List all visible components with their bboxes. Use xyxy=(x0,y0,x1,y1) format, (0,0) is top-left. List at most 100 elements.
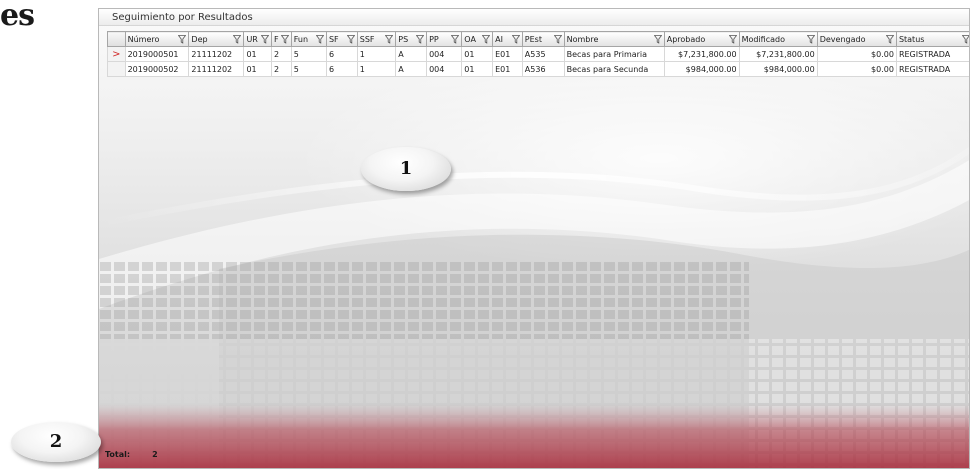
callout-marker-2: 2 xyxy=(11,422,101,462)
column-header-label: PS xyxy=(398,34,409,44)
column-header-label: SSF xyxy=(359,34,375,44)
column-header-label: Status xyxy=(898,34,925,44)
cell-modificado[interactable]: $984,000.00 xyxy=(738,61,818,77)
cell-sf[interactable]: 6 xyxy=(325,61,358,77)
filter-icon[interactable] xyxy=(482,35,491,44)
grid-header-row: Número Dep UR F Fun SF SSF PS PP OA AI PEst Nombre Ap… xyxy=(107,31,970,47)
app-window: Seguimiento por Resultados Número Dep UR F F… xyxy=(98,8,970,469)
cell-pp[interactable]: 004 xyxy=(426,61,463,77)
cell-fun[interactable]: 5 xyxy=(290,46,327,62)
row-selector[interactable] xyxy=(107,61,126,77)
filter-icon[interactable] xyxy=(962,35,970,44)
cell-ur[interactable]: 01 xyxy=(243,46,272,62)
column-header-label: Fun xyxy=(293,34,309,44)
column-header-ssf[interactable]: SSF xyxy=(356,31,397,47)
row-pointer-icon: > xyxy=(112,48,121,60)
column-header-label: SF xyxy=(328,34,339,44)
column-header-ai[interactable]: AI xyxy=(492,31,523,47)
filter-icon[interactable] xyxy=(511,35,520,44)
column-header-pest[interactable]: PEst xyxy=(521,31,565,47)
filter-icon[interactable] xyxy=(178,35,187,44)
background-art xyxy=(99,146,969,468)
cell-oa[interactable]: 01 xyxy=(461,46,494,62)
cell-ssf[interactable]: 1 xyxy=(356,46,397,62)
column-header-label: PEst xyxy=(524,34,542,44)
filter-icon[interactable] xyxy=(385,35,394,44)
row-selector-header xyxy=(107,31,126,47)
cell-nombre[interactable]: Becas para Secunda xyxy=(563,61,665,77)
column-header-label: OA xyxy=(464,34,476,44)
cell-sf[interactable]: 6 xyxy=(325,46,358,62)
cell-aprobado[interactable]: $984,000.00 xyxy=(663,61,740,77)
cell-modificado[interactable]: $7,231,800.00 xyxy=(738,46,818,62)
cell-ps[interactable]: A xyxy=(395,61,428,77)
filter-icon[interactable] xyxy=(346,35,355,44)
total-value: 2 xyxy=(152,450,158,459)
column-header-label: PP xyxy=(429,34,439,44)
cell-devengado[interactable]: $0.00 xyxy=(816,46,897,62)
cell-dep[interactable]: 21111202 xyxy=(188,61,245,77)
page-heading-fragment: es xyxy=(0,0,35,33)
filter-icon[interactable] xyxy=(653,35,662,44)
cell-dep[interactable]: 21111202 xyxy=(188,46,245,62)
cell-n-mero[interactable]: 2019000502 xyxy=(124,61,190,77)
cell-ai[interactable]: E01 xyxy=(492,61,523,77)
row-selector[interactable]: > xyxy=(107,46,126,62)
cell-n-mero[interactable]: 2019000501 xyxy=(124,46,190,62)
cell-status[interactable]: REGISTRADA xyxy=(895,61,969,77)
column-header-pp[interactable]: PP xyxy=(426,31,463,47)
filter-icon[interactable] xyxy=(806,35,815,44)
column-header-modificado[interactable]: Modificado xyxy=(738,31,818,47)
cell-fun[interactable]: 5 xyxy=(290,61,327,77)
column-header-dep[interactable]: Dep xyxy=(188,31,245,47)
cell-pp[interactable]: 004 xyxy=(426,46,463,62)
cell-ur[interactable]: 01 xyxy=(243,61,272,77)
cell-status[interactable]: REGISTRADA xyxy=(895,46,969,62)
column-header-label: Dep xyxy=(191,34,208,44)
cell-ssf[interactable]: 1 xyxy=(356,61,397,77)
column-header-label: F xyxy=(273,34,279,44)
filter-icon[interactable] xyxy=(280,35,289,44)
column-header-label: Aprobado xyxy=(666,34,706,44)
column-header-f[interactable]: F xyxy=(270,31,292,47)
column-header-label: Nombre xyxy=(566,34,599,44)
filter-icon[interactable] xyxy=(885,35,894,44)
cell-ai[interactable]: E01 xyxy=(492,46,523,62)
cell-ps[interactable]: A xyxy=(395,46,428,62)
column-header-ur[interactable]: UR xyxy=(243,31,272,47)
cell-nombre[interactable]: Becas para Primaria xyxy=(563,46,665,62)
column-header-oa[interactable]: OA xyxy=(461,31,494,47)
filter-icon[interactable] xyxy=(260,35,269,44)
column-header-sf[interactable]: SF xyxy=(325,31,358,47)
filter-icon[interactable] xyxy=(233,35,242,44)
table-row[interactable]: >2019000501 21111202 01 2 5 6 1 A 004 01 E01 A535 Be… xyxy=(107,46,969,62)
filter-icon[interactable] xyxy=(728,35,737,44)
column-header-nombre[interactable]: Nombre xyxy=(563,31,665,47)
column-header-devengado[interactable]: Devengado xyxy=(816,31,897,47)
column-header-label: Modificado xyxy=(741,34,785,44)
results-grid: Número Dep UR F Fun SF SSF PS PP OA AI PEst Nombre Ap… xyxy=(107,31,970,77)
column-header-fun[interactable]: Fun xyxy=(290,31,327,47)
filter-icon[interactable] xyxy=(416,35,425,44)
cell-pest[interactable]: A536 xyxy=(521,61,565,77)
cell-f[interactable]: 2 xyxy=(270,46,292,62)
table-row[interactable]: 2019000502 21111202 01 2 5 6 1 A 004 01 E01 A536 Bec… xyxy=(107,61,969,77)
column-header-n-mero[interactable]: Número xyxy=(124,31,190,47)
cell-f[interactable]: 2 xyxy=(270,61,292,77)
column-header-label: UR xyxy=(246,34,258,44)
column-header-label: Número xyxy=(127,34,160,44)
cell-pest[interactable]: A535 xyxy=(521,46,565,62)
column-header-aprobado[interactable]: Aprobado xyxy=(663,31,740,47)
column-header-label: Devengado xyxy=(819,34,866,44)
column-header-label: AI xyxy=(495,34,503,44)
column-header-status[interactable]: Status xyxy=(895,31,970,47)
filter-icon[interactable] xyxy=(553,35,562,44)
filter-icon[interactable] xyxy=(315,35,324,44)
window-title: Seguimiento por Resultados xyxy=(99,9,969,26)
cell-devengado[interactable]: $0.00 xyxy=(816,61,897,77)
cell-aprobado[interactable]: $7,231,800.00 xyxy=(663,46,740,62)
column-header-ps[interactable]: PS xyxy=(395,31,428,47)
total-label: Total: xyxy=(105,450,131,459)
filter-icon[interactable] xyxy=(451,35,460,44)
cell-oa[interactable]: 01 xyxy=(461,61,494,77)
